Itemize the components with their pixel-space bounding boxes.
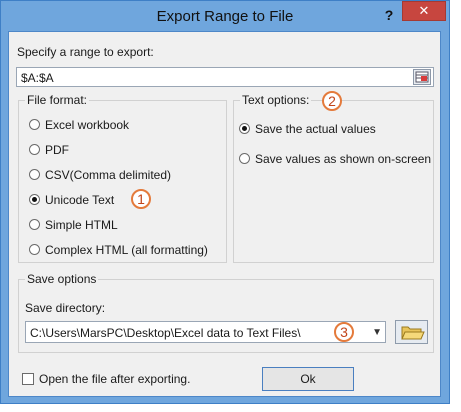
text-options-title: Text options: [240, 93, 312, 107]
ok-button[interactable]: Ok [262, 367, 354, 391]
radio-label: Complex HTML (all formatting) [45, 243, 208, 257]
open-after-export-label: Open the file after exporting. [39, 372, 191, 386]
dialog-body: Specify a range to export: $A:$A File fo… [8, 31, 441, 397]
radio-indicator [239, 123, 250, 134]
radio-label: Excel workbook [45, 118, 130, 132]
callout-1: 1 [131, 189, 151, 209]
radio-label: Save the actual values [255, 122, 376, 136]
radio-label: PDF [45, 143, 69, 157]
close-button[interactable]: ✕ [402, 1, 446, 21]
radio-label: Save values as shown on-screen [255, 152, 432, 166]
export-range-dialog: Export Range to File ? ✕ Specify a range… [0, 0, 450, 404]
help-button[interactable]: ? [382, 7, 396, 23]
radio-label: Unicode Text [45, 193, 115, 207]
folder-icon [401, 326, 425, 340]
text-options-group: Text options: Save the actual values Sav… [233, 93, 434, 263]
radio-label: CSV(Comma delimited) [45, 168, 172, 182]
radio-indicator [239, 153, 250, 164]
range-input[interactable]: $A:$A [16, 67, 434, 87]
callout-3: 3 [334, 322, 354, 342]
save-directory-label: Save directory: [25, 301, 106, 315]
radio-indicator [29, 194, 40, 205]
chevron-down-icon[interactable]: ▼ [372, 327, 382, 338]
save-directory-value: C:\Users\MarsPC\Desktop\Excel data to Te… [30, 326, 301, 340]
file-format-group: File format: Excel workbook PDF CSV(Comm… [18, 93, 227, 263]
radio-indicator [29, 119, 40, 130]
range-select-button[interactable] [413, 69, 431, 85]
radio-indicator [29, 144, 40, 155]
range-select-icon [415, 71, 429, 83]
callout-2: 2 [322, 91, 342, 111]
file-format-title: File format: [25, 93, 90, 107]
range-label: Specify a range to export: [17, 45, 154, 59]
radio-label: Simple HTML [45, 218, 118, 232]
radio-indicator [29, 219, 40, 230]
title-bar: Export Range to File ? ✕ [1, 1, 449, 31]
radio-indicator [29, 244, 40, 255]
range-value: $A:$A [21, 71, 54, 85]
save-directory-combobox[interactable]: C:\Users\MarsPC\Desktop\Excel data to Te… [25, 321, 386, 343]
save-options-title: Save options [25, 272, 99, 286]
open-after-export-checkbox[interactable] [22, 373, 34, 385]
browse-folder-button[interactable] [395, 320, 428, 344]
radio-indicator [29, 169, 40, 180]
